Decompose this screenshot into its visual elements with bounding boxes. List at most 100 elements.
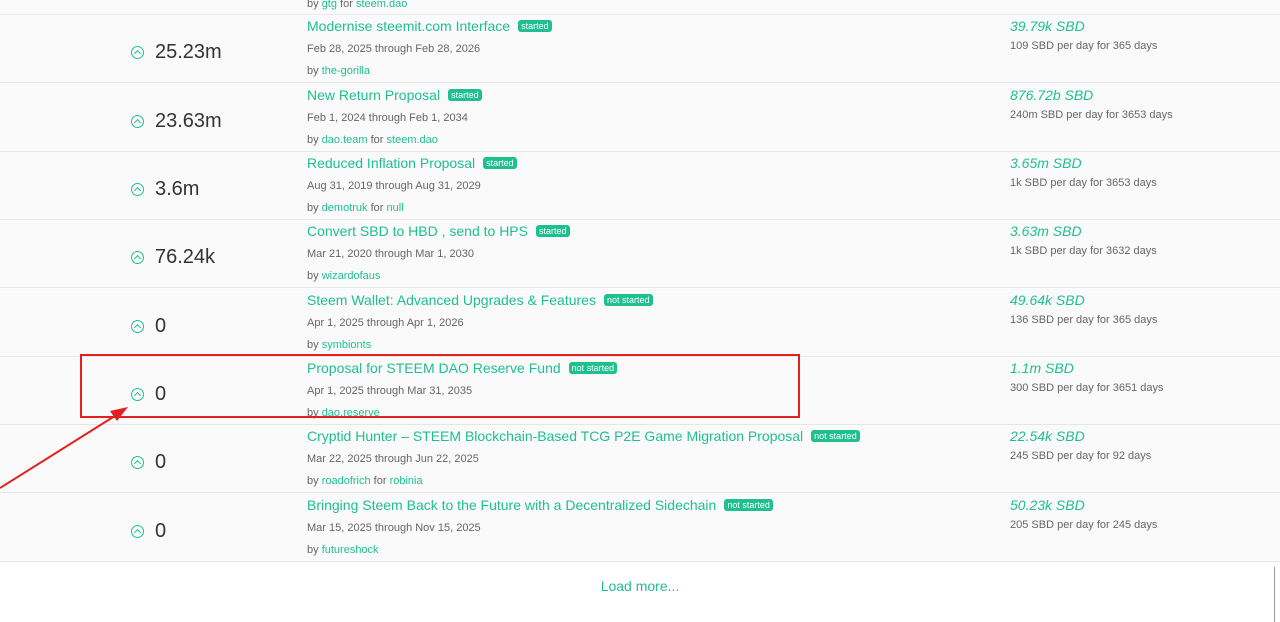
- total-amount: 3.63m SBD: [1010, 223, 1082, 239]
- proposal-title-link[interactable]: Convert SBD to HBD , send to HPS: [307, 223, 528, 239]
- vote-control: 0: [131, 520, 166, 543]
- for-label: for: [370, 134, 384, 146]
- by-label: by: [307, 270, 319, 282]
- by-label: by: [307, 407, 319, 419]
- previous-proposal-row: by gtg for steem.dao: [0, 0, 1280, 15]
- proposal-byline: by the-gorilla: [307, 65, 370, 77]
- by-label: by: [307, 544, 319, 556]
- proposal-row: 25.23m Modernise steemit.com Interface s…: [0, 15, 1280, 83]
- author-link[interactable]: the-gorilla: [322, 65, 370, 77]
- author-link[interactable]: wizardofaus: [322, 270, 381, 282]
- total-amount: 3.65m SBD: [1010, 155, 1082, 171]
- author-link[interactable]: dao.reserve: [322, 407, 380, 419]
- proposal-title-line: Bringing Steem Back to the Future with a…: [307, 497, 773, 513]
- author-link[interactable]: roadofrich: [322, 475, 371, 487]
- for-label: for: [373, 475, 387, 487]
- author-link[interactable]: demotruk: [322, 202, 368, 214]
- vote-control: 25.23m: [131, 41, 222, 64]
- vote-count: 0: [155, 315, 167, 337]
- vote-count: 0: [155, 383, 167, 405]
- author-link[interactable]: gtg: [322, 0, 337, 10]
- status-badge: started: [448, 89, 482, 101]
- total-amount: 39.79k SBD: [1010, 18, 1085, 34]
- author-link[interactable]: dao.team: [322, 134, 368, 146]
- proposal-byline: by demotruk for null: [307, 202, 404, 214]
- status-badge: not started: [568, 362, 618, 374]
- daily-pay: 300 SBD per day for 3651 days: [1010, 382, 1164, 394]
- proposal-title-link[interactable]: Bringing Steem Back to the Future with a…: [307, 497, 716, 513]
- proposal-row: 0 Steem Wallet: Advanced Upgrades & Feat…: [0, 289, 1280, 357]
- proposal-dates: Apr 1, 2025 through Apr 1, 2026: [307, 317, 464, 329]
- proposal-dates: Mar 15, 2025 through Nov 15, 2025: [307, 522, 481, 534]
- status-badge: started: [518, 20, 552, 32]
- author-link[interactable]: futureshock: [322, 544, 379, 556]
- load-more-button[interactable]: Load more...: [0, 578, 1280, 594]
- daily-pay: 109 SBD per day for 365 days: [1010, 40, 1158, 52]
- daily-pay: 1k SBD per day for 3653 days: [1010, 177, 1157, 189]
- vote-control: 0: [131, 451, 166, 474]
- proposal-dates: Mar 22, 2025 through Jun 22, 2025: [307, 453, 479, 465]
- vote-count: 76.24k: [155, 246, 216, 268]
- total-amount: 1.1m SBD: [1010, 360, 1074, 376]
- upvote-icon[interactable]: [131, 320, 144, 333]
- upvote-icon[interactable]: [131, 251, 144, 264]
- upvote-icon[interactable]: [131, 525, 144, 538]
- proposal-byline: by roadofrich for robinia: [307, 475, 423, 487]
- proposal-byline: by symbionts: [307, 339, 371, 351]
- receiver-link[interactable]: steem.dao: [387, 134, 438, 146]
- proposal-title-link[interactable]: Reduced Inflation Proposal: [307, 155, 475, 171]
- author-link[interactable]: symbionts: [322, 339, 372, 351]
- proposal-title-link[interactable]: New Return Proposal: [307, 87, 440, 103]
- proposal-byline: by futureshock: [307, 544, 379, 556]
- receiver-link[interactable]: robinia: [390, 475, 423, 487]
- proposal-dates: Feb 1, 2024 through Feb 1, 2034: [307, 112, 468, 124]
- by-label: by: [307, 202, 319, 214]
- upvote-icon[interactable]: [131, 183, 144, 196]
- vote-control: 0: [131, 315, 166, 338]
- proposal-title-link[interactable]: Modernise steemit.com Interface: [307, 18, 510, 34]
- proposal-row: 0 Proposal for STEEM DAO Reserve Fund no…: [0, 357, 1280, 425]
- daily-pay: 240m SBD per day for 3653 days: [1010, 109, 1173, 121]
- upvote-icon[interactable]: [131, 115, 144, 128]
- proposal-dates: Feb 28, 2025 through Feb 28, 2026: [307, 43, 481, 55]
- proposal-title-line: Cryptid Hunter – STEEM Blockchain-Based …: [307, 428, 860, 444]
- proposal-title-line: Steem Wallet: Advanced Upgrades & Featur…: [307, 292, 653, 308]
- vote-control: 23.63m: [131, 110, 222, 133]
- for-label: for: [370, 202, 384, 214]
- upvote-icon[interactable]: [131, 388, 144, 401]
- proposal-title-link[interactable]: Steem Wallet: Advanced Upgrades & Featur…: [307, 292, 596, 308]
- proposal-byline: by gtg for steem.dao: [307, 0, 407, 10]
- total-amount: 22.54k SBD: [1010, 428, 1085, 444]
- status-badge: not started: [724, 499, 773, 511]
- status-badge: not started: [811, 430, 860, 442]
- proposal-byline: by wizardofaus: [307, 270, 380, 282]
- proposal-title-line: Modernise steemit.com Interface started: [307, 18, 552, 34]
- status-badge: not started: [603, 294, 653, 306]
- status-badge: started: [535, 225, 570, 237]
- proposal-title-line: New Return Proposal started: [307, 87, 482, 103]
- by-label: by: [307, 134, 319, 146]
- proposal-title-line: Proposal for STEEM DAO Reserve Fund not …: [307, 360, 618, 376]
- proposal-dates: Aug 31, 2019 through Aug 31, 2029: [307, 180, 481, 192]
- vote-count: 0: [155, 451, 167, 473]
- proposal-dates: Mar 21, 2020 through Mar 1, 2030: [307, 248, 474, 260]
- upvote-icon[interactable]: [131, 46, 144, 59]
- proposal-title-link[interactable]: Cryptid Hunter – STEEM Blockchain-Based …: [307, 428, 803, 444]
- for-label: for: [340, 0, 353, 10]
- proposal-title-link[interactable]: Proposal for STEEM DAO Reserve Fund: [307, 360, 561, 376]
- receiver-link[interactable]: null: [387, 202, 404, 214]
- proposal-row: 23.63m New Return Proposal started Feb 1…: [0, 84, 1280, 152]
- receiver-link[interactable]: steem.dao: [356, 0, 407, 10]
- proposal-dates: Apr 1, 2025 through Mar 31, 2035: [307, 385, 473, 397]
- proposal-row: 0 Bringing Steem Back to the Future with…: [0, 494, 1280, 562]
- by-label: by: [307, 0, 319, 10]
- vote-count: 25.23m: [155, 41, 222, 63]
- total-amount: 49.64k SBD: [1010, 292, 1085, 308]
- scrollbar-fragment[interactable]: [1274, 567, 1280, 622]
- vote-control: 3.6m: [131, 178, 199, 201]
- by-label: by: [307, 339, 319, 351]
- by-label: by: [307, 475, 319, 487]
- upvote-icon[interactable]: [131, 456, 144, 469]
- vote-control: 0: [131, 383, 166, 406]
- proposal-row: 3.6m Reduced Inflation Proposal started …: [0, 152, 1280, 220]
